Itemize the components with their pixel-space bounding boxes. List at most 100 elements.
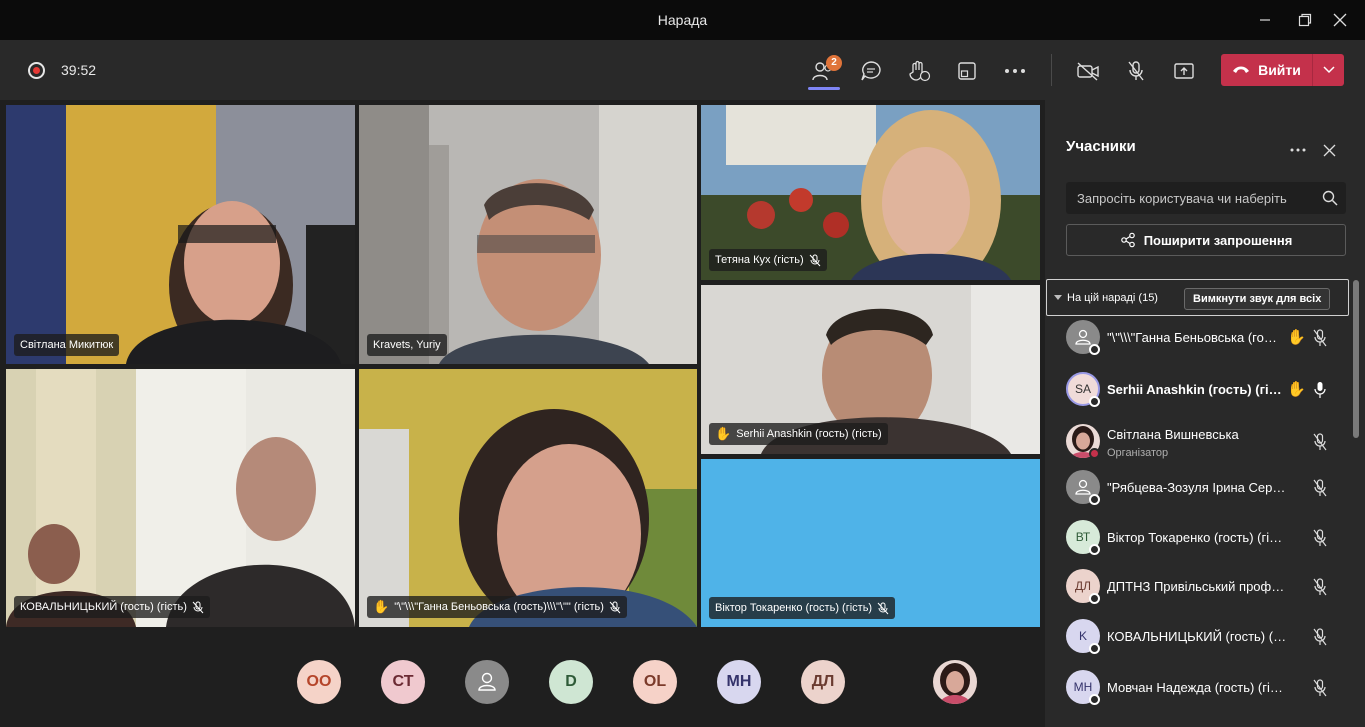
participant-row[interactable]: МН Мовчан Надежда (гость) (гість) [1046,662,1352,714]
participant-name: Світлана Вишневська [1107,427,1239,442]
participant-name-tag: ✋ "\"\\\"Ганна Беньовська (гость)\\\"\""… [367,596,627,618]
video-tile[interactable]: КОВАЛЬНИЦЬКИЙ (гость) (гість) [6,369,355,627]
mic-off-icon [609,601,621,613]
mic-off-icon [1313,679,1327,697]
mute-all-button[interactable]: Вимкнути звук для всіх [1184,288,1331,310]
search-placeholder: Запросіть користувача чи наберіть [1077,191,1287,206]
participant-row[interactable]: ВТ Віктор Токаренко (гость) (гість) [1046,512,1352,564]
video-feed [6,369,355,627]
minimize-icon [1260,19,1270,21]
close-window-button[interactable] [1326,8,1354,32]
participant-row[interactable]: Світлана Вишневська Організатор [1046,416,1352,468]
participant-row[interactable]: SA Serhii Anashkin (гость) (гість) ✋ [1046,364,1352,416]
presence-indicator [1089,593,1100,604]
meeting-timer: 39:52 [61,62,97,78]
mic-off-icon [1313,479,1327,497]
camera-off-icon [1077,62,1099,81]
participant-avatar[interactable]: OL [633,660,677,704]
raise-hand-icon: ✋ [373,599,390,614]
participant-avatar[interactable]: ДЛ [801,660,845,704]
participant-role: Організатор [1107,447,1169,459]
panel-close-button[interactable] [1318,140,1340,160]
hang-up-icon [1233,66,1250,73]
participant-name: Мовчан Надежда (гость) (гість) [1107,680,1287,695]
chat-button[interactable] [856,56,886,86]
participant-name-tag: Тетяна Кух (гість) [709,249,827,271]
raise-hand-icon [909,60,931,82]
leave-button[interactable]: Вийти [1221,54,1312,86]
participant-name: Serhii Anashkin (гость) (гість) [1107,382,1282,397]
presence-indicator [1089,544,1100,555]
chat-icon [861,61,881,81]
participant-name: КОВАЛЬНИЦЬКИЙ (гость) (гість) [1107,629,1287,644]
breakout-rooms-button[interactable] [952,56,982,86]
panel-more-button[interactable] [1286,140,1310,160]
participant-name: КОВАЛЬНИЦЬКИЙ (гость) (гість) [20,601,187,613]
more-icon [1290,148,1306,152]
video-feed [359,369,697,627]
participant-avatar[interactable]: МН [717,660,761,704]
in-meeting-section-header[interactable]: На цій нараді (15) Вимкнути звук для всі… [1046,279,1349,316]
toolbar-divider [1051,54,1052,86]
mic-toggle-button[interactable] [1121,56,1151,86]
participant-name: ДПТНЗ Привільський професійний ліцей [1107,579,1287,594]
share-screen-button[interactable] [1169,56,1199,86]
participant-name: Віктор Токаренко (гость) (гість) [1107,530,1287,545]
video-feed [359,105,697,364]
participant-avatar[interactable]: OO [297,660,341,704]
participant-name-tag: КОВАЛЬНИЦЬКИЙ (гость) (гість) [14,596,210,618]
in-meeting-count: На цій нараді (15) [1067,292,1158,304]
self-avatar[interactable] [933,660,977,704]
person-icon [478,672,496,691]
recording-icon [28,62,45,79]
share-invite-button[interactable]: Поширити запрошення [1066,224,1346,256]
chevron-down-icon [1322,66,1335,74]
panel-scrollbar[interactable] [1353,280,1359,438]
raise-hand-icon: ✋ [1287,329,1306,346]
close-icon [1323,144,1335,156]
person-icon [1075,329,1091,345]
participant-row[interactable]: ДЛ ДПТНЗ Привільський професійний ліцей [1046,561,1352,613]
invite-search-input[interactable]: Запросіть користувача чи наберіть [1066,182,1346,214]
raise-hand-icon: ✋ [1287,381,1306,398]
video-tile[interactable]: Kravets, Yuriy [359,105,697,364]
leave-options-button[interactable] [1313,54,1344,86]
camera-toggle-button[interactable] [1073,56,1103,86]
minimize-button[interactable] [1251,8,1279,32]
person-icon [1075,479,1091,495]
video-tile[interactable]: Світлана Микитюк [6,105,355,364]
mic-off-icon [1313,578,1327,596]
video-tile[interactable]: Віктор Токаренко (гость) (гість) [701,459,1040,627]
share-screen-icon [1174,63,1194,79]
presence-indicator [1089,643,1100,654]
participant-name: Serhii Anashkin (гость) (гість) [736,428,882,440]
more-icon [1005,69,1025,73]
mic-off-icon [1313,529,1327,547]
participant-row[interactable]: "Рябцева-Зозуля Ірина Сергіївна" [1046,462,1352,514]
presence-indicator [1089,448,1100,459]
participant-avatar[interactable]: СТ [381,660,425,704]
window-title: Нарада [657,12,708,28]
video-tile[interactable]: ✋ "\"\\\"Ганна Беньовська (гость)\\\"\""… [359,369,697,627]
participant-avatar[interactable] [465,660,509,704]
video-tile[interactable]: ✋ Serhii Anashkin (гость) (гість) [701,285,1040,454]
presence-indicator [1089,396,1100,407]
teams-meeting-window: Нарада 39:52 2 Вийти Світлана Микитюк Kr… [0,0,1365,727]
leave-button-group: Вийти [1221,54,1344,86]
title-bar: Нарада [0,0,1365,40]
close-icon [1333,13,1347,27]
mic-off-icon [1313,433,1327,451]
maximize-button[interactable] [1291,8,1319,32]
participant-row[interactable]: K КОВАЛЬНИЦЬКИЙ (гость) (гість) [1046,611,1352,663]
panel-title: Учасники [1066,138,1136,155]
leave-label: Вийти [1258,62,1301,78]
share-icon [1120,232,1135,248]
reactions-button[interactable] [904,56,934,86]
mic-off-icon [1313,628,1327,646]
more-options-button[interactable] [1000,56,1030,86]
video-tile[interactable]: Тетяна Кух (гість) [701,105,1040,280]
participant-avatar[interactable]: D [549,660,593,704]
video-feed [6,105,355,364]
mic-off-icon [1313,329,1327,347]
participant-row[interactable]: "\"\\\"Ганна Беньовська (гость)\\\"\"" (… [1046,312,1352,364]
